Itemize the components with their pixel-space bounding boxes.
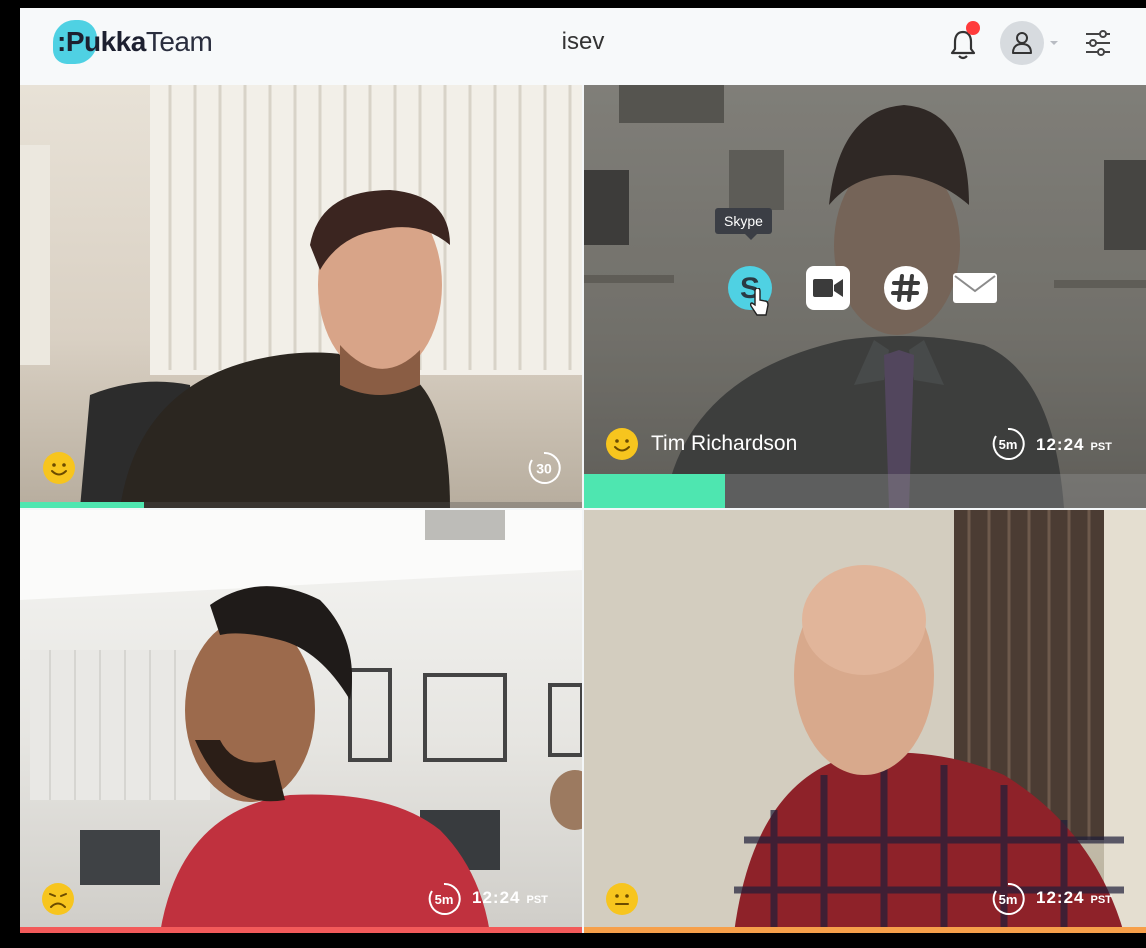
sad-mood-icon — [42, 883, 74, 915]
hover-overlay — [584, 85, 1146, 474]
video-tile-1[interactable]: 30 — [20, 85, 582, 508]
timer-icon: 5m — [992, 427, 1025, 460]
progress-bar — [20, 502, 144, 508]
video-tile-tim-richardson[interactable]: Skype S Tim Richardson 5m 12:24 PST — [584, 85, 1146, 508]
progress-track — [584, 474, 1146, 508]
notification-badge — [966, 21, 980, 35]
happy-mood-icon — [606, 428, 638, 460]
progress-track — [20, 502, 582, 508]
tooltip: Skype — [715, 208, 772, 240]
video-feed-person-3 — [20, 510, 582, 933]
logo[interactable]: :PukkaTeam — [53, 20, 213, 64]
time-value: 12:24 — [472, 888, 521, 907]
progress-track — [584, 927, 1146, 933]
app-window: :PukkaTeam isev 30 Skype S Tim Richardso… — [20, 8, 1146, 933]
timer-label: 30 — [536, 461, 552, 477]
timer-icon: 5m — [428, 882, 461, 915]
timer-icon: 5m — [992, 882, 1025, 915]
timezone: PST — [1090, 441, 1112, 453]
participant-name: Tim Richardson — [651, 432, 798, 455]
header: :PukkaTeam isev — [20, 8, 1146, 85]
happy-mood-icon — [43, 452, 75, 484]
team-title: isev — [561, 28, 605, 55]
video-tile-3[interactable]: 5m 12:24 PST — [20, 510, 582, 933]
time-value: 12:24 — [1036, 888, 1085, 907]
slack-icon[interactable] — [881, 263, 931, 313]
timezone: PST — [1090, 894, 1112, 906]
progress-track — [20, 927, 582, 933]
chevron-down-icon[interactable] — [1048, 38, 1060, 48]
timer-icon: 30 — [528, 451, 561, 484]
time-value: 12:24 — [1036, 435, 1085, 454]
progress-bar — [584, 927, 1146, 933]
neutral-mood-icon — [606, 883, 638, 915]
local-time: 12:24 PST — [1036, 888, 1112, 908]
video-call-icon[interactable] — [803, 263, 853, 313]
timer-label: 5m — [435, 892, 454, 907]
local-time: 12:24 PST — [1036, 435, 1112, 455]
timer-label: 5m — [999, 892, 1018, 907]
email-icon[interactable] — [950, 263, 1000, 313]
progress-bar — [584, 474, 725, 508]
avatar[interactable] — [1000, 21, 1044, 65]
video-feed-person-4 — [584, 510, 1146, 933]
logo-light: Team — [145, 26, 213, 57]
video-tile-4[interactable]: 5m 12:24 PST — [584, 510, 1146, 933]
timezone: PST — [526, 894, 548, 906]
progress-bar — [20, 927, 582, 933]
settings-sliders-icon[interactable] — [1083, 28, 1113, 58]
logo-text: :PukkaTeam — [53, 26, 213, 58]
hand-cursor-icon — [749, 288, 769, 316]
timer-label: 5m — [999, 437, 1018, 452]
local-time: 12:24 PST — [472, 888, 548, 908]
user-icon — [1012, 32, 1032, 54]
logo-bold: :Pukka — [57, 26, 146, 57]
video-feed-person-1 — [20, 85, 582, 508]
